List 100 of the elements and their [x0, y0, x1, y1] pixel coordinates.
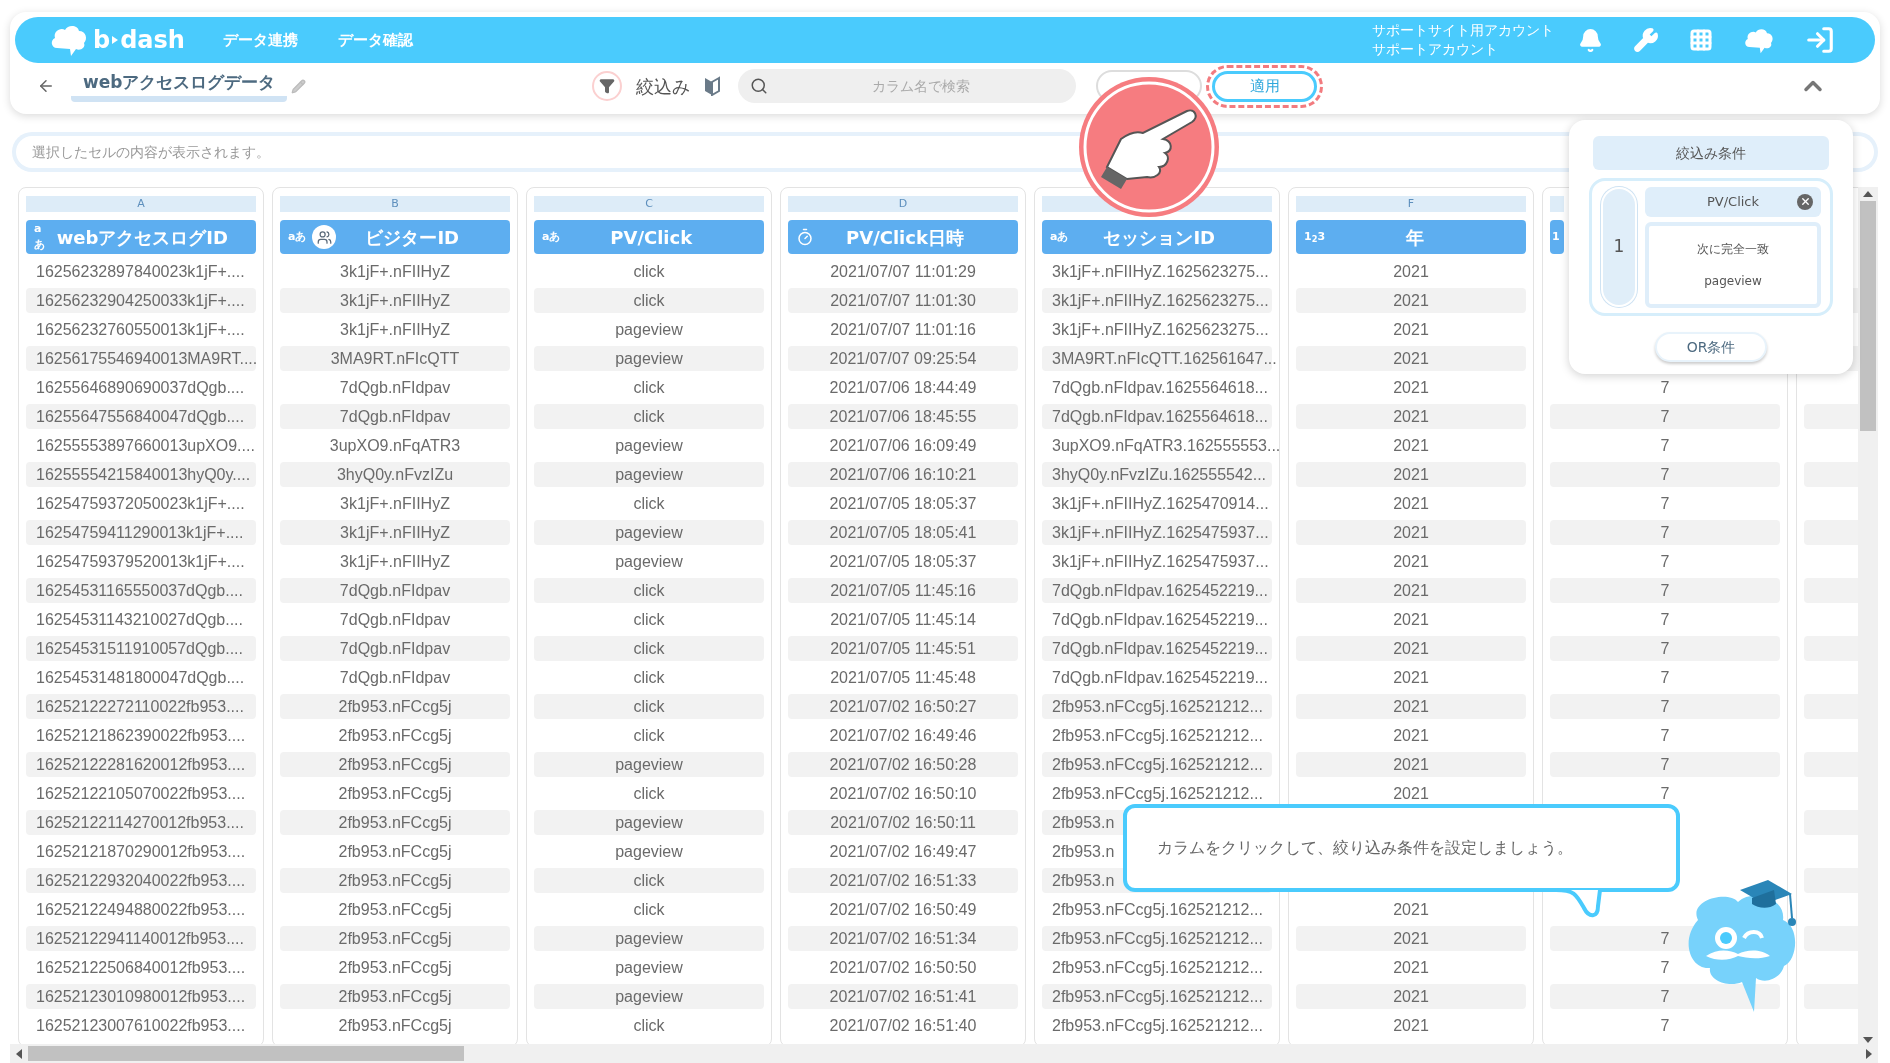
table-cell-text: 2fb953.nFCcg5j.162521212...	[1052, 899, 1263, 920]
table-cell-text: 2fb953.nFCcg5j	[338, 696, 452, 717]
logo-letter: b	[93, 25, 111, 56]
table-cell-text: 16255554215840013hyQ0y....	[36, 464, 251, 485]
table-cell-text: 7	[1660, 725, 1670, 746]
table-cell-text: 2021/07/05 18:05:37	[829, 493, 977, 514]
table-cell-text: pageview	[615, 928, 683, 949]
column-header[interactable]: 1	[1550, 220, 1564, 254]
table-cell-text: pageview	[615, 319, 683, 340]
table-cell-text: 2fb953.nFCcg5j	[338, 1015, 452, 1036]
table-cell-text: 3k1jF+.nFIIHyZ	[340, 551, 450, 572]
table-cell-text: pageview	[615, 348, 683, 369]
table-cell-text: click	[633, 638, 665, 659]
table-cell-text: 16254531143210027dQgb....	[36, 609, 243, 630]
table-cell-text: 7	[1660, 667, 1670, 688]
table-cell-text: 16256232897840023k1jF+....	[36, 261, 245, 282]
table-cell-text: 2021/07/02 16:51:34	[829, 928, 977, 949]
condition-box[interactable]: 次に完全一致 pageview	[1645, 221, 1821, 308]
column-header[interactable]: aあ webアクセスログID	[26, 220, 256, 254]
table-cell-text: 2021/07/05 11:45:14	[830, 609, 976, 630]
nav-link[interactable]: データ連携	[222, 28, 298, 52]
table-cell-text: 3k1jF+.nFIIHyZ.1625623275...	[1052, 319, 1269, 340]
table-cell-text: 2021	[1393, 290, 1429, 311]
table-cell-text: 2021/07/06 18:44:49	[829, 377, 977, 398]
table-cell-text: 2021/07/06 16:10:21	[829, 464, 977, 485]
dataset-title[interactable]: webアクセスログデータ	[71, 69, 288, 103]
table-cell-text: 7	[1660, 406, 1670, 427]
table-cell-text: 2021	[1393, 493, 1429, 514]
table-cell-text: 3hyQ0y.nFvzIZu	[336, 464, 454, 485]
column-header[interactable]: PV/Click日時	[788, 220, 1018, 254]
table-cell-text: 7dQgb.nFIdpav.1625452219...	[1052, 667, 1268, 688]
table-cell-text: 7	[1660, 493, 1670, 514]
table-cell-text: click	[633, 870, 665, 891]
table-cell-text: 2021/07/02 16:50:28	[829, 754, 977, 775]
table-cell-text: 3k1jF+.nFIIHyZ.1625623275...	[1052, 290, 1269, 311]
or-condition-button[interactable]: OR条件	[1655, 332, 1767, 362]
column-title: webアクセスログID	[56, 225, 229, 250]
table-cell-text: 16252122114270012fb953....	[36, 812, 244, 833]
table-cell-text: 2021/07/02 16:51:41	[829, 986, 977, 1007]
table-cell-text: 2021/07/06 18:45:55	[829, 406, 977, 427]
condition-operator: 次に完全一致	[1697, 240, 1769, 258]
table-cell-text: 2fb953.nFCcg5j.162521212...	[1052, 957, 1263, 978]
table-cell-text: 3k1jF+.nFIIHyZ	[340, 290, 450, 311]
table-cell-text: 16252123010980012fb953....	[36, 986, 246, 1007]
column-header[interactable]: aあ ビジターID	[280, 220, 510, 254]
table-cell-text: 2021	[1393, 522, 1429, 543]
column-letter: D	[788, 196, 1018, 212]
table-cell-text: 2021	[1393, 319, 1429, 340]
table-cell-text: 3upXO9.nFqATR3.162555553...	[1052, 435, 1281, 456]
table-cell-text: 2021	[1393, 580, 1429, 601]
table-cell-text: 2021/07/02 16:51:40	[829, 1015, 977, 1036]
column-title: ビジターID	[364, 225, 461, 250]
table-cell-text: 7dQgb.nFIdpav.1625452219...	[1052, 638, 1268, 659]
filter-label: 絞込み	[636, 74, 691, 99]
table-cell-text: 2fb953.nFCcg5j.162521212...	[1052, 928, 1263, 949]
table-cell-text: 16252122272110022fb953....	[36, 696, 244, 717]
table-cell-text: 7	[1660, 1015, 1670, 1036]
table-cell-text: 2021	[1393, 783, 1429, 804]
type-label: aあ	[288, 228, 307, 245]
table-cell-text: 7dQgb.nFIdpav.1625452219...	[1052, 609, 1268, 630]
table-cell-text: 16256232904250033k1jF+....	[36, 290, 245, 311]
table-cell-text: 2021/07/07 11:01:30	[830, 290, 976, 311]
column-header[interactable]: aあ PV/Click	[534, 220, 764, 254]
table-cell-text: 16254759411290013k1jF+....	[36, 522, 244, 543]
table-cell-text: 7	[1660, 435, 1670, 456]
table-cell-text: 2021/07/02 16:49:47	[829, 841, 977, 862]
table-cell-text: 2021	[1393, 348, 1429, 369]
table-cell-text: 2fb953.nFCcg5j	[338, 899, 452, 920]
logo-wordmark: dash	[120, 25, 185, 56]
type-label: 1$_{2}$3	[1304, 228, 1326, 246]
search-field[interactable]: カラム名で検索	[738, 69, 1077, 103]
column-letter: B	[280, 196, 510, 212]
table-cell-text: 3k1jF+.nFIIHyZ	[340, 493, 450, 514]
table-cell-text: 2021	[1393, 377, 1429, 398]
table-cell-text: 3k1jF+.nFIIHyZ	[340, 319, 450, 340]
table-cell-text: 7	[1660, 783, 1670, 804]
table-cell-text: 16254531481800047dQgb....	[36, 667, 245, 688]
table-cell-text: 2fb953.nFCcg5j.162521212...	[1052, 986, 1263, 1007]
table-cell-text: 2021/07/06 16:09:49	[829, 435, 977, 456]
table-cell-text: 2021	[1393, 928, 1429, 949]
table-cell-text: 7	[1660, 609, 1670, 630]
column-header[interactable]: aあ セッションID	[1042, 220, 1272, 254]
column-header[interactable]: 1$_{2}$3 年	[1296, 220, 1526, 254]
table-cell-text: 2fb953.nFCcg5j	[338, 841, 452, 862]
apply-button[interactable]: 適用	[1212, 70, 1318, 102]
table-cell-text: 16254531511910057dQgb....	[36, 638, 243, 659]
table-cell-text: 7dQgb.nFIdpav	[339, 580, 451, 601]
table-cell-text: 16255646890690037dQgb....	[36, 377, 245, 398]
table-cell-text: 7dQgb.nFIdpav	[339, 667, 451, 688]
table-cell-text: 3k1jF+.nFIIHyZ	[340, 261, 450, 282]
table-cell-text: click	[633, 261, 665, 282]
table-cell-text: 2021	[1393, 957, 1429, 978]
table-cell-text: 3k1jF+.nFIIHyZ.1625475937...	[1052, 522, 1269, 543]
condition-chip[interactable]: PV/Click	[1645, 186, 1821, 217]
table-cell-text: click	[633, 1015, 665, 1036]
table-cell-text: click	[633, 725, 665, 746]
table-cell-text: 2fb953.nFCcg5j.162521212...	[1052, 754, 1263, 775]
nav-link[interactable]: データ確認	[337, 28, 413, 52]
table-cell-text: 2021/07/02 16:50:49	[829, 899, 977, 920]
table-cell-text: pageview	[615, 986, 683, 1007]
